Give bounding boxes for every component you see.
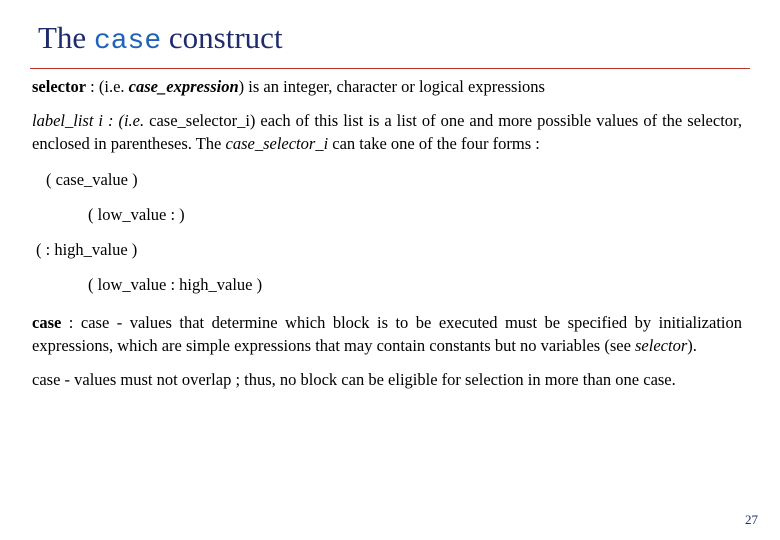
page-title: The case construct [38, 20, 283, 57]
selector-term: selector [32, 77, 87, 96]
slide: The case construct selector : (i.e. case… [0, 0, 780, 540]
title-prefix: The [38, 20, 94, 55]
title-divider [30, 68, 750, 69]
case-definition-italic-selector: selector [635, 336, 688, 356]
selector-rest-1: : (i.e. [86, 77, 129, 96]
case-form-1: ( case_value ) [46, 170, 138, 190]
case-form-2: ( low_value : ) [88, 205, 185, 225]
case-forms-list: ( case_value ) ( low_value : ) ( : high_… [32, 169, 742, 296]
title-keyword-case: case [93, 26, 162, 57]
selector-paragraph: selector : (i.e. case_expression) is an … [32, 76, 742, 99]
label-list-italic-lead: label_list i : (i.e. [32, 110, 145, 130]
label-list-paragraph: label_list i : (i.e. case_selector_i) ea… [32, 110, 742, 156]
label-list-plain-3: can take one of the four forms : [328, 133, 540, 153]
page-number: 27 [745, 512, 758, 527]
case-definition-tail: ). [687, 336, 697, 356]
selector-italic-case-expression: case_expression [128, 77, 239, 96]
case-definition-paragraph: case : case - values that determine whic… [32, 312, 742, 358]
title-suffix: construct [161, 20, 283, 55]
case-form-3: ( : high_value ) [36, 239, 138, 259]
case-term: case [32, 313, 62, 333]
selector-rest-2: ) is an integer, character or logical ex… [238, 77, 545, 96]
label-list-plain-1: case_selector_i [144, 110, 250, 130]
slide-body: selector : (i.e. case_expression) is an … [32, 76, 742, 403]
case-form-4: ( low_value : high_value ) [88, 274, 263, 294]
label-list-italic-2: case_selector_i [225, 133, 329, 153]
overlap-paragraph: case - values must not overlap ; thus, n… [32, 369, 676, 389]
